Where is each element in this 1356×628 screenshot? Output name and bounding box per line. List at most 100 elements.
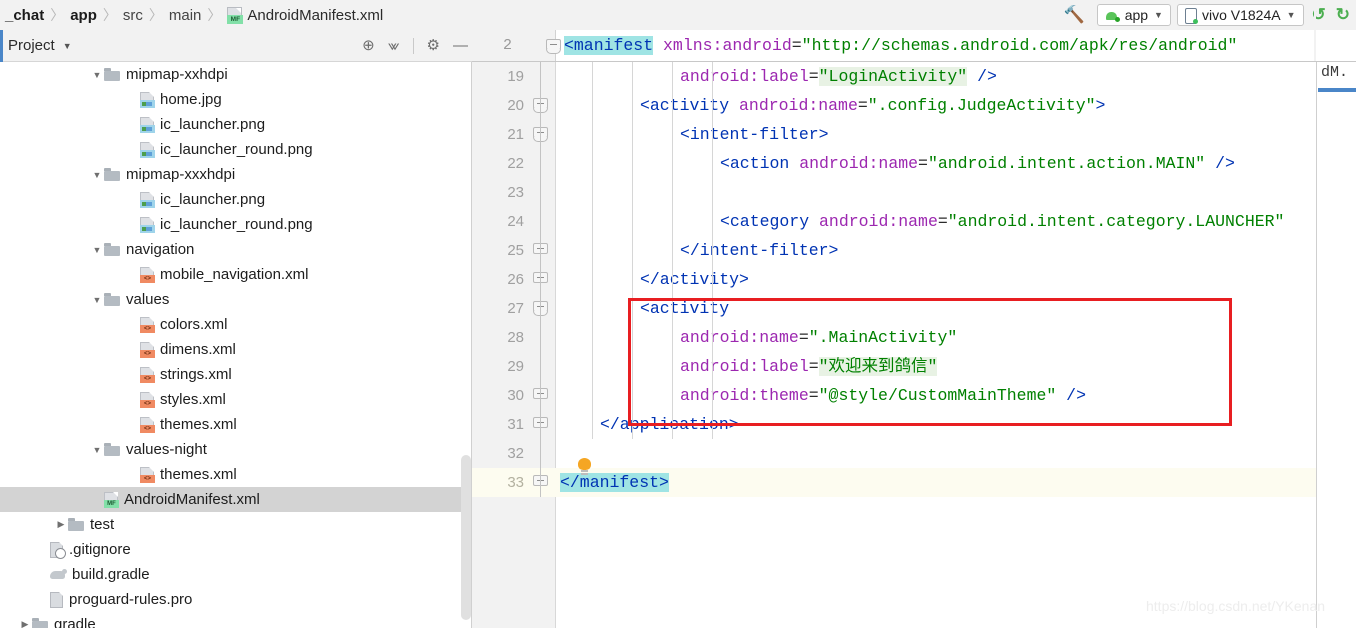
chevron-down-icon[interactable]: ▼	[90, 445, 104, 455]
project-panel-title[interactable]: Project	[8, 37, 55, 54]
code-line[interactable]: 24<category android:name="android.intent…	[472, 207, 1356, 236]
chevron-down-icon[interactable]: ▼	[90, 245, 104, 255]
tree-item-values[interactable]: ▼values	[0, 287, 472, 312]
code-token: <activity	[640, 299, 729, 318]
code-text: android:theme="@style/CustomMainTheme" /…	[680, 381, 1086, 410]
tree-item-iclauncherpng[interactable]: ic_launcher.png	[0, 187, 472, 212]
tree-item-mipmapxxhdpi[interactable]: ▼mipmap-xxhdpi	[0, 62, 472, 87]
settings-gear-icon[interactable]: ⚙	[427, 38, 440, 53]
tree-item-dimensxml[interactable]: <>dimens.xml	[0, 337, 472, 362]
tree-item-valuesnight[interactable]: ▼values-night	[0, 437, 472, 462]
tree-item-iclauncherpng[interactable]: ic_launcher.png	[0, 112, 472, 137]
code-text: <action android:name="android.intent.act…	[720, 149, 1235, 178]
tree-item-colorsxml[interactable]: <>colors.xml	[0, 312, 472, 337]
collapse-all-icon[interactable]: ⩖	[388, 38, 400, 53]
tree-item-iclauncherroundpng[interactable]: ic_launcher_round.png	[0, 212, 472, 237]
editor-lines[interactable]: 19android:label="LoginActivity" />20<act…	[472, 62, 1356, 628]
line-number: 30	[472, 381, 524, 410]
rerun-icon[interactable]: ↺	[1310, 5, 1328, 25]
folder-icon	[104, 168, 120, 181]
chevron-down-icon[interactable]: ▼	[90, 70, 104, 80]
tree-item-label: test	[90, 516, 114, 533]
tree-item-stringsxml[interactable]: <>strings.xml	[0, 362, 472, 387]
tree-item-mipmapxxxhdpi[interactable]: ▼mipmap-xxxhdpi	[0, 162, 472, 187]
line-number: 24	[472, 207, 524, 236]
run-icon[interactable]: ↻	[1334, 5, 1352, 25]
minimize-icon[interactable]: —	[453, 38, 468, 53]
breadcrumb-item-app[interactable]: app	[65, 7, 102, 24]
code-text: android:label="欢迎来到鸽信"	[680, 352, 937, 381]
chevron-down-icon[interactable]: ▼	[90, 170, 104, 180]
code-line[interactable]: 28android:name=".MainActivity"	[472, 323, 1356, 352]
run-configuration-selector[interactable]: app ▼	[1097, 4, 1171, 26]
breadcrumb-item-main[interactable]: main	[164, 7, 207, 24]
code-line[interactable]: 33</manifest>	[472, 468, 1356, 497]
project-file-tree[interactable]: ▼mipmap-xxhdpihome.jpgic_launcher.pngic_…	[0, 62, 472, 628]
code-line[interactable]: 26</activity>	[472, 265, 1356, 294]
code-token: =	[918, 154, 928, 173]
folder-icon	[104, 243, 120, 256]
code-line[interactable]: 30 android:theme="@style/CustomMainTheme"…	[472, 381, 1356, 410]
tree-item-buildgradle[interactable]: build.gradle	[0, 562, 472, 587]
tree-item-test[interactable]: ▶ test	[0, 512, 472, 537]
line-number: 25	[472, 236, 524, 265]
fold-marker-icon[interactable]	[546, 39, 561, 54]
code-line[interactable]: 23	[472, 178, 1356, 207]
tree-item-androidmanifestxml[interactable]: MFAndroidManifest.xml	[0, 487, 472, 512]
phone-icon	[1185, 8, 1196, 23]
code-token: </intent-filter>	[680, 241, 838, 260]
code-line[interactable]: 25 </intent-filter>	[472, 236, 1356, 265]
editor-minimap[interactable]: dM.	[1316, 30, 1356, 628]
tree-item-label: AndroidManifest.xml	[124, 491, 260, 508]
code-token	[809, 212, 819, 231]
code-line[interactable]: 31</application>	[472, 410, 1356, 439]
code-token: =	[809, 357, 819, 376]
code-token: "LoginActivity"	[819, 67, 968, 86]
chevron-down-icon[interactable]: ▼	[63, 41, 72, 51]
sticky-header-line: 2 <manifest xmlns:android="http://schema…	[472, 30, 1356, 62]
folder-icon	[104, 68, 120, 81]
tree-item-navigation[interactable]: ▼navigation	[0, 237, 472, 262]
tree-item-label: ic_launcher_round.png	[160, 216, 313, 233]
tree-item-iclauncherroundpng[interactable]: ic_launcher_round.png	[0, 137, 472, 162]
locate-target-icon[interactable]: ⊕	[362, 38, 375, 53]
tree-item-stylesxml[interactable]: <>styles.xml	[0, 387, 472, 412]
breadcrumb-item-chat[interactable]: _chat	[0, 7, 49, 24]
code-line[interactable]: 20<activity android:name=".config.JudgeA…	[472, 91, 1356, 120]
breadcrumb-item-src[interactable]: src	[118, 7, 148, 24]
intention-bulb-icon[interactable]	[578, 458, 591, 475]
tree-item-themesxml[interactable]: <>themes.xml	[0, 412, 472, 437]
chevron-down-icon[interactable]: ▼	[90, 295, 104, 305]
code-text: <intent-filter>	[680, 120, 829, 149]
project-tree-scrollbar[interactable]	[461, 455, 471, 620]
tree-item-proguardrulespro[interactable]: proguard-rules.pro	[0, 587, 472, 612]
chevron-right-icon[interactable]: ▶	[18, 619, 32, 628]
folder-icon	[32, 618, 48, 628]
gradle-elephant-icon	[50, 568, 67, 581]
code-line[interactable]: 29android:label="欢迎来到鸽信"	[472, 352, 1356, 381]
tree-item-mobilenavigationxml[interactable]: <>mobile_navigation.xml	[0, 262, 472, 287]
tree-item-themesxml[interactable]: <>themes.xml	[0, 462, 472, 487]
device-selector[interactable]: vivo V1824A ▼	[1177, 4, 1304, 26]
code-editor[interactable]: 2 <manifest xmlns:android="http://schema…	[472, 30, 1356, 628]
code-token: <activity	[640, 96, 729, 115]
gitignore-file-icon	[50, 542, 63, 558]
code-line[interactable]: 21<intent-filter>	[472, 120, 1356, 149]
code-line[interactable]: 22<action android:name="android.intent.a…	[472, 149, 1356, 178]
code-token: android:label	[680, 357, 809, 376]
chevron-down-icon: ▼	[1154, 10, 1163, 20]
fold-connector-line	[540, 62, 541, 497]
xml-file-icon: <>	[140, 367, 154, 383]
chevron-right-icon[interactable]: ▶	[54, 519, 68, 530]
code-line[interactable]: 27<activity	[472, 294, 1356, 323]
tree-item-gradle[interactable]: ▶gradle	[0, 612, 472, 628]
tree-item-homejpg[interactable]: home.jpg	[0, 87, 472, 112]
code-line[interactable]: 19android:label="LoginActivity" />	[472, 62, 1356, 91]
manifest-file-icon	[227, 7, 242, 24]
build-hammer-icon[interactable]: 🔨	[1058, 5, 1091, 25]
code-line[interactable]: 32	[472, 439, 1356, 468]
indent-guide	[592, 62, 593, 439]
tree-item-gitignore[interactable]: .gitignore	[0, 537, 472, 562]
minimap-viewport-indicator[interactable]	[1318, 88, 1356, 92]
breadcrumb-item-file[interactable]: AndroidManifest.xml	[222, 7, 388, 24]
